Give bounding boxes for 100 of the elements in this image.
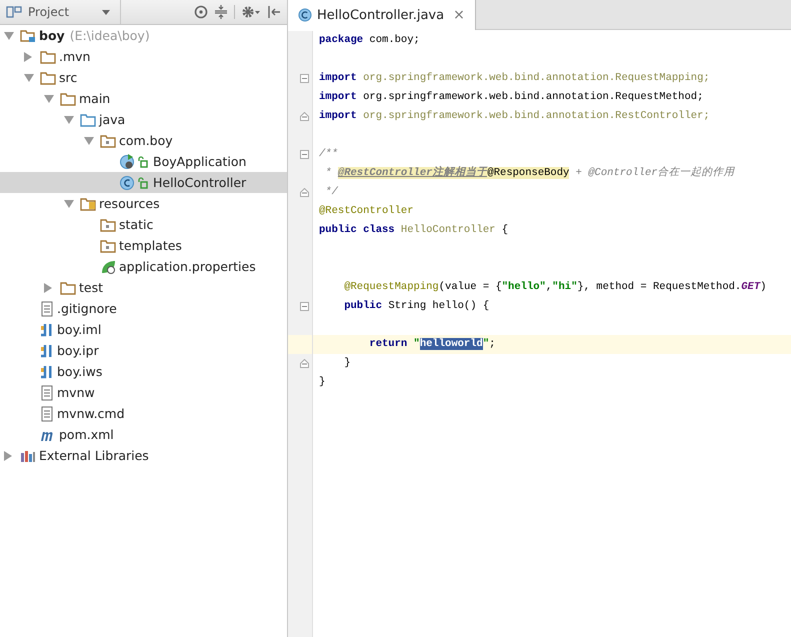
item-label: HelloController — [153, 175, 246, 190]
item-label: .mvn — [59, 49, 90, 64]
editor-tab[interactable]: HelloController.java × — [288, 0, 476, 30]
fold-end-icon[interactable] — [300, 359, 309, 368]
collapse-all-icon[interactable] — [214, 5, 228, 19]
folder-icon — [80, 112, 96, 126]
expanded-arrow-icon[interactable] — [64, 200, 74, 208]
item-label: resources — [99, 196, 160, 211]
module-file-icon — [40, 342, 54, 358]
project-view-icon — [6, 5, 22, 19]
tree-item[interactable]: com.boy — [0, 130, 287, 151]
code-line: * @RestController注解相当于@ResponseBody + @Controller合在一起的作用 — [324, 165, 736, 181]
code-line: /** — [318, 147, 339, 162]
target-icon[interactable] — [194, 5, 208, 19]
package-folder-icon — [100, 238, 116, 252]
tree-item[interactable]: .mvn — [0, 46, 287, 67]
tree-item[interactable]: static — [0, 214, 287, 235]
item-label: application.properties — [119, 259, 256, 274]
folder-icon — [60, 280, 76, 294]
tree-item[interactable]: boy.ipr — [0, 340, 287, 361]
tree-item[interactable]: .gitignore — [0, 298, 287, 319]
folder-icon — [40, 50, 56, 64]
tab-label: HelloController.java — [317, 8, 444, 22]
path-hint: (E:\idea\boy) — [70, 28, 150, 43]
package-folder-icon — [100, 218, 116, 232]
code-line: public class HelloController { — [318, 223, 510, 238]
code-line: } — [318, 375, 326, 390]
code-line: @RestController — [318, 204, 415, 219]
class-icon — [120, 174, 150, 190]
item-label: boy.ipr — [57, 343, 99, 358]
expanded-arrow-icon[interactable] — [4, 32, 14, 40]
tree-item[interactable]: resources — [0, 193, 287, 214]
tree-item[interactable]: src — [0, 67, 287, 88]
class-icon — [298, 8, 312, 22]
module-file-icon — [40, 364, 54, 380]
item-label: static — [119, 217, 154, 232]
folder-icon — [60, 92, 76, 106]
tree-item[interactable]: application.properties — [0, 256, 287, 277]
expanded-arrow-icon[interactable] — [44, 94, 54, 102]
code-line: @RequestMapping(value = {"hello","hi"}, method = RequestMethod.GET) — [343, 280, 768, 295]
gear-icon[interactable] — [241, 5, 261, 19]
hide-panel-icon[interactable] — [267, 5, 281, 19]
expanded-arrow-icon[interactable] — [64, 116, 74, 124]
tree-item[interactable]: pom.xml — [0, 424, 287, 445]
fold-end-icon[interactable] — [300, 112, 309, 121]
code-line: import org.springframework.web.bind.annotation.RestController; — [318, 109, 711, 124]
item-label: boy.iws — [57, 364, 102, 379]
libraries-icon — [20, 448, 36, 462]
code-line: } — [343, 356, 352, 371]
tree-item[interactable]: test — [0, 277, 287, 298]
collapsed-arrow-icon[interactable] — [24, 52, 32, 62]
current-line-gutter — [288, 335, 312, 354]
code-line: */ — [324, 185, 339, 200]
module-file-icon — [40, 322, 54, 338]
tree-item[interactable]: templates — [0, 235, 287, 256]
collapsed-arrow-icon[interactable] — [44, 282, 52, 292]
item-label: boy.iml — [57, 322, 102, 337]
text-file-icon — [40, 300, 54, 316]
text-file-icon — [40, 384, 54, 400]
item-label: mvnw — [57, 385, 95, 400]
code-line: import org.springframework.web.bind.annotation.RequestMethod; — [318, 90, 704, 105]
panel-title[interactable]: Project — [28, 5, 96, 19]
item-label: templates — [119, 238, 182, 253]
tree-item[interactable]: mvnw.cmd — [0, 403, 287, 424]
item-label: BoyApplication — [153, 154, 246, 169]
fold-marker-icon[interactable] — [300, 302, 309, 311]
folder-icon — [40, 70, 56, 84]
tree-item[interactable]: HelloController — [0, 172, 287, 193]
item-label: .gitignore — [57, 301, 117, 316]
item-label: pom.xml — [59, 427, 114, 442]
tree-item[interactable]: boy (E:\idea\boy) — [0, 25, 287, 46]
resources-folder-icon — [80, 196, 96, 210]
item-label: src — [59, 70, 78, 85]
item-label: com.boy — [119, 133, 173, 148]
fold-end-icon[interactable] — [300, 188, 309, 197]
text-file-icon — [40, 406, 54, 422]
fold-marker-icon[interactable] — [300, 150, 309, 159]
tree-item[interactable]: java — [0, 109, 287, 130]
collapsed-arrow-icon[interactable] — [4, 450, 12, 460]
item-label: test — [79, 280, 104, 295]
package-folder-icon — [100, 134, 116, 148]
expanded-arrow-icon[interactable] — [84, 136, 94, 144]
fold-marker-icon[interactable] — [300, 74, 309, 83]
tree-item[interactable]: BoyApplication — [0, 151, 287, 172]
item-label: java — [99, 112, 126, 127]
expanded-arrow-icon[interactable] — [24, 74, 34, 82]
item-label: boy — [39, 28, 65, 43]
code-line: import org.springframework.web.bind.annotation.RequestMapping; — [318, 71, 711, 86]
leaf-file-icon — [100, 258, 116, 274]
tree-item[interactable]: boy.iml — [0, 319, 287, 340]
spring-class-icon — [120, 154, 150, 170]
code-line: public String hello() { — [343, 299, 490, 314]
tree-item[interactable]: main — [0, 88, 287, 109]
tree-item[interactable]: boy.iws — [0, 361, 287, 382]
tree-item[interactable]: External Libraries — [0, 445, 287, 466]
dropdown-caret-icon[interactable] — [102, 10, 110, 14]
item-label: mvnw.cmd — [57, 406, 125, 421]
item-label: main — [79, 91, 110, 106]
close-tab-button[interactable]: × — [453, 7, 465, 23]
tree-item[interactable]: mvnw — [0, 382, 287, 403]
